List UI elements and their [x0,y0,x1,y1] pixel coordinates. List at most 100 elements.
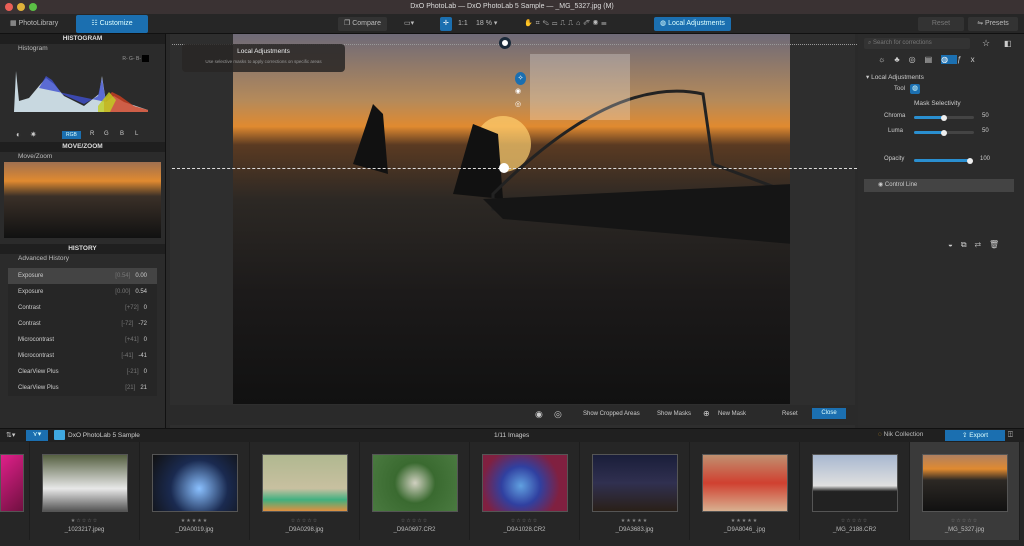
brush-tool-icon[interactable]: ◉ [515,85,526,98]
local-adjustments-section[interactable]: ▾ Local Adjustments [866,73,924,81]
mask-actions[interactable]: ◒⧉⇄🗑 [948,240,1007,250]
opacity-slider[interactable] [914,157,973,164]
history-row[interactable]: Contrast [-72] -72 [8,316,157,332]
tool-icon[interactable]: ◍ [910,84,920,94]
control-line-center-handle[interactable] [499,163,509,173]
history-row[interactable]: ClearView Plus [21] 21 [8,380,157,396]
zoom-window-button[interactable] [29,3,37,11]
control-line-tool-icon[interactable]: ✧ [515,72,526,85]
history-prev: [-41] [121,353,134,359]
filmstrip-thumbnail[interactable]: ★★★★★ _D9A3683.jpg [580,442,690,540]
sort-icon[interactable]: ⇅▾ [6,431,15,439]
rating-stars[interactable]: ☆☆☆☆☆ [250,518,359,524]
history-row[interactable]: ClearView Plus [-21] 0 [8,364,157,380]
palette-tabs[interactable]: ☼♣◎▤◍ƒx [878,55,984,64]
filmstrip-thumbnail[interactable]: ☆☆☆☆☆ _D9A0298.jpg [250,442,360,540]
filmstrip-thumbnail[interactable]: ☆☆☆☆☆ _MG_2188.CR2 [800,442,910,540]
opacity-value[interactable]: 100 [980,156,990,162]
movezoom-header[interactable]: MOVE/ZOOM [0,142,165,152]
channel-g[interactable]: G [104,131,109,137]
channel-r[interactable]: R [90,131,94,137]
nik-collection-button[interactable]: ◌ Nik Collection [878,431,923,438]
file-name: _D9A1028.CR2 [503,527,546,533]
reset-button[interactable]: Reset [918,17,964,31]
search-placeholder: Search for corrections [873,40,932,46]
control-line[interactable] [172,168,857,169]
rating-stars[interactable]: ☆☆☆☆☆ [910,518,1019,524]
luma-slider[interactable] [914,129,974,136]
filmstrip-thumbnail[interactable]: ☆☆☆☆☆ _D9A1028.CR2 [470,442,580,540]
history-row[interactable]: Exposure [0.54] 0.00 [8,268,157,284]
presets-label: Presets [985,20,1009,27]
show-masks-button[interactable]: Show Masks [657,411,691,417]
chroma-value[interactable]: 50 [982,113,989,119]
mask-list-item[interactable]: ◉ Control Line [864,179,1014,192]
channel-b[interactable]: B [120,131,124,137]
reset-mask-button[interactable]: Reset [782,411,798,417]
rating-stars[interactable]: ★★★★★ [580,518,689,524]
filter-button[interactable]: ⋎▾ [26,430,48,441]
favorites-star-icon[interactable]: ☆ [982,38,990,49]
mask-off-icon[interactable]: ◎ [554,409,562,420]
filmstrip-thumbnail[interactable] [0,442,30,540]
history-subheader[interactable]: Advanced History [0,254,165,264]
history-prev: [-21] [126,369,139,375]
new-mask-button[interactable]: New Mask [718,411,746,417]
invert-icon: ◒ [948,240,961,249]
zoom-dropdown[interactable]: 18 % ▾ [470,17,512,31]
duplicate-icon: ⧉ [960,240,975,249]
luma-value[interactable]: 50 [982,128,989,134]
tab-customize[interactable]: ☷ Customize [76,15,148,33]
folder-name[interactable]: DxO PhotoLab 5 Sample [68,432,140,439]
equalizer-panel[interactable] [530,54,630,120]
local-adjustments-button[interactable]: ◍ Local Adjustments [654,17,731,31]
minimize-window-button[interactable] [17,3,25,11]
movezoom-subheader[interactable]: Move/Zoom [0,152,165,162]
search-input[interactable]: ⌕ Search for corrections [864,38,970,49]
shadow-clipping-icon[interactable]: ◐ [16,130,21,139]
layout-dropdown[interactable]: ▭▾ [398,17,420,31]
show-cropped-button[interactable]: Show Cropped Areas [583,411,640,417]
rating-stars[interactable]: ★★★★★ [140,518,249,524]
main-photo[interactable] [233,34,790,404]
fit-button[interactable]: ✛ [440,17,452,31]
navigator-preview[interactable] [4,162,161,238]
rating-stars[interactable]: ★☆☆☆☆ [30,518,139,524]
control-line-handle[interactable] [499,37,511,49]
rating-stars[interactable]: ★★★★★ [690,518,799,524]
presets-button[interactable]: ⇋ Presets [968,17,1018,31]
history-row[interactable]: Microcontrast [-41] -41 [8,348,157,364]
toggle-icon[interactable]: ◧ [1004,39,1012,48]
history-row[interactable]: Exposure [0.00] 0.54 [8,284,157,300]
channel-rgb[interactable]: RGB [62,131,81,139]
rating-stars[interactable]: ☆☆☆☆☆ [800,518,909,524]
compare-button[interactable]: ❐ Compare [338,17,388,31]
filmstrip-thumbnail[interactable]: ★★★★★ _D9A8046_.jpg [690,442,800,540]
highlight-clipping-icon[interactable]: ✷ [30,130,37,139]
share-icon[interactable]: ⍐ [1008,430,1013,440]
filmstrip-thumbnail[interactable]: ☆☆☆☆☆ _D9A0697.CR2 [360,442,470,540]
rating-stars[interactable]: ☆☆☆☆☆ [360,518,469,524]
history-prev: [21] [125,385,136,391]
history-name: Exposure [18,289,44,295]
history-row[interactable]: Microcontrast [+41] 0 [8,332,157,348]
export-button[interactable]: ⇪ Export [945,430,1005,441]
close-button[interactable]: Close [812,408,846,419]
rating-stars[interactable]: ☆☆☆☆☆ [470,518,579,524]
histogram-subheader[interactable]: Histogram [0,44,165,54]
filmstrip-thumbnail[interactable]: ☆☆☆☆☆ _MG_5327.jpg [910,442,1020,540]
light-tab-icon: ☼ [878,55,895,64]
close-window-button[interactable] [5,3,13,11]
filmstrip-toolbar: ⇅▾ ⋎▾ DxO PhotoLab 5 Sample 1/11 Images … [0,428,1024,442]
history-header[interactable]: HISTORY [0,244,165,254]
history-row[interactable]: Contrast [+72] 0 [8,300,157,316]
tool-icons[interactable]: ✋⌗✎▭⎍⎍⌂✐◉☰ [518,17,616,31]
filmstrip-thumbnail[interactable]: ★☆☆☆☆ _1023217.jpeg [30,442,140,540]
histogram-header[interactable]: HISTOGRAM [0,34,165,44]
mask-on-icon[interactable]: ◉ [535,409,543,420]
chroma-slider[interactable] [914,114,974,121]
gradient-tool-icon[interactable]: ◎ [515,98,526,111]
channel-l[interactable]: L [135,131,138,137]
tab-photolibrary[interactable]: ▦ PhotoLibrary [4,17,64,31]
filmstrip-thumbnail[interactable]: ★★★★★ _D9A0019.jpg [140,442,250,540]
